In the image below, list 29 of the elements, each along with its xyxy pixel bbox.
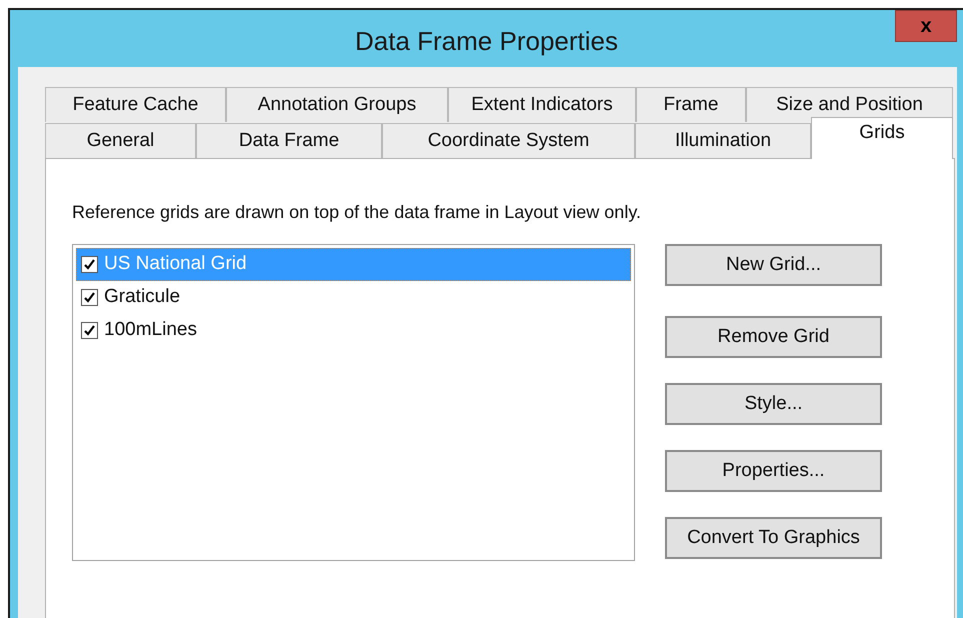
close-button[interactable]: x xyxy=(895,10,957,42)
grid-name: US National Grid xyxy=(104,252,247,276)
dialog-button[interactable]: Properties... xyxy=(665,450,882,492)
dialog-button[interactable]: New Grid... xyxy=(665,244,882,286)
check-icon xyxy=(83,324,96,337)
tab[interactable]: Extent Indicators xyxy=(448,87,636,122)
grid-list-item[interactable]: 100mLines xyxy=(76,314,631,347)
dialog-button[interactable]: Style... xyxy=(665,383,882,425)
checkbox[interactable] xyxy=(81,289,98,306)
check-icon xyxy=(83,291,96,304)
tab[interactable]: Data Frame xyxy=(196,123,382,158)
checkbox[interactable] xyxy=(81,256,98,273)
checkbox[interactable] xyxy=(81,322,98,339)
tab[interactable]: Annotation Groups xyxy=(226,87,448,122)
tab[interactable]: Illumination xyxy=(635,123,811,158)
tab[interactable]: Feature Cache xyxy=(45,87,226,122)
tab[interactable]: Size and Position xyxy=(746,87,953,122)
tab[interactable]: General xyxy=(45,123,196,158)
dialog-button[interactable]: Remove Grid xyxy=(665,316,882,358)
window-title: Data Frame Properties xyxy=(355,25,618,58)
grid-name: 100mLines xyxy=(104,318,197,342)
dialog-button[interactable]: Convert To Graphics xyxy=(665,517,882,559)
check-icon xyxy=(83,258,96,271)
tab[interactable]: Frame xyxy=(636,87,746,122)
grid-list-item[interactable]: Graticule xyxy=(76,281,631,314)
grid-name: Graticule xyxy=(104,285,180,310)
description-text: Reference grids are drawn on top of the data frame in Layout view only. xyxy=(72,201,642,224)
tab[interactable]: Coordinate System xyxy=(382,123,635,158)
tab[interactable]: Grids xyxy=(811,117,953,159)
